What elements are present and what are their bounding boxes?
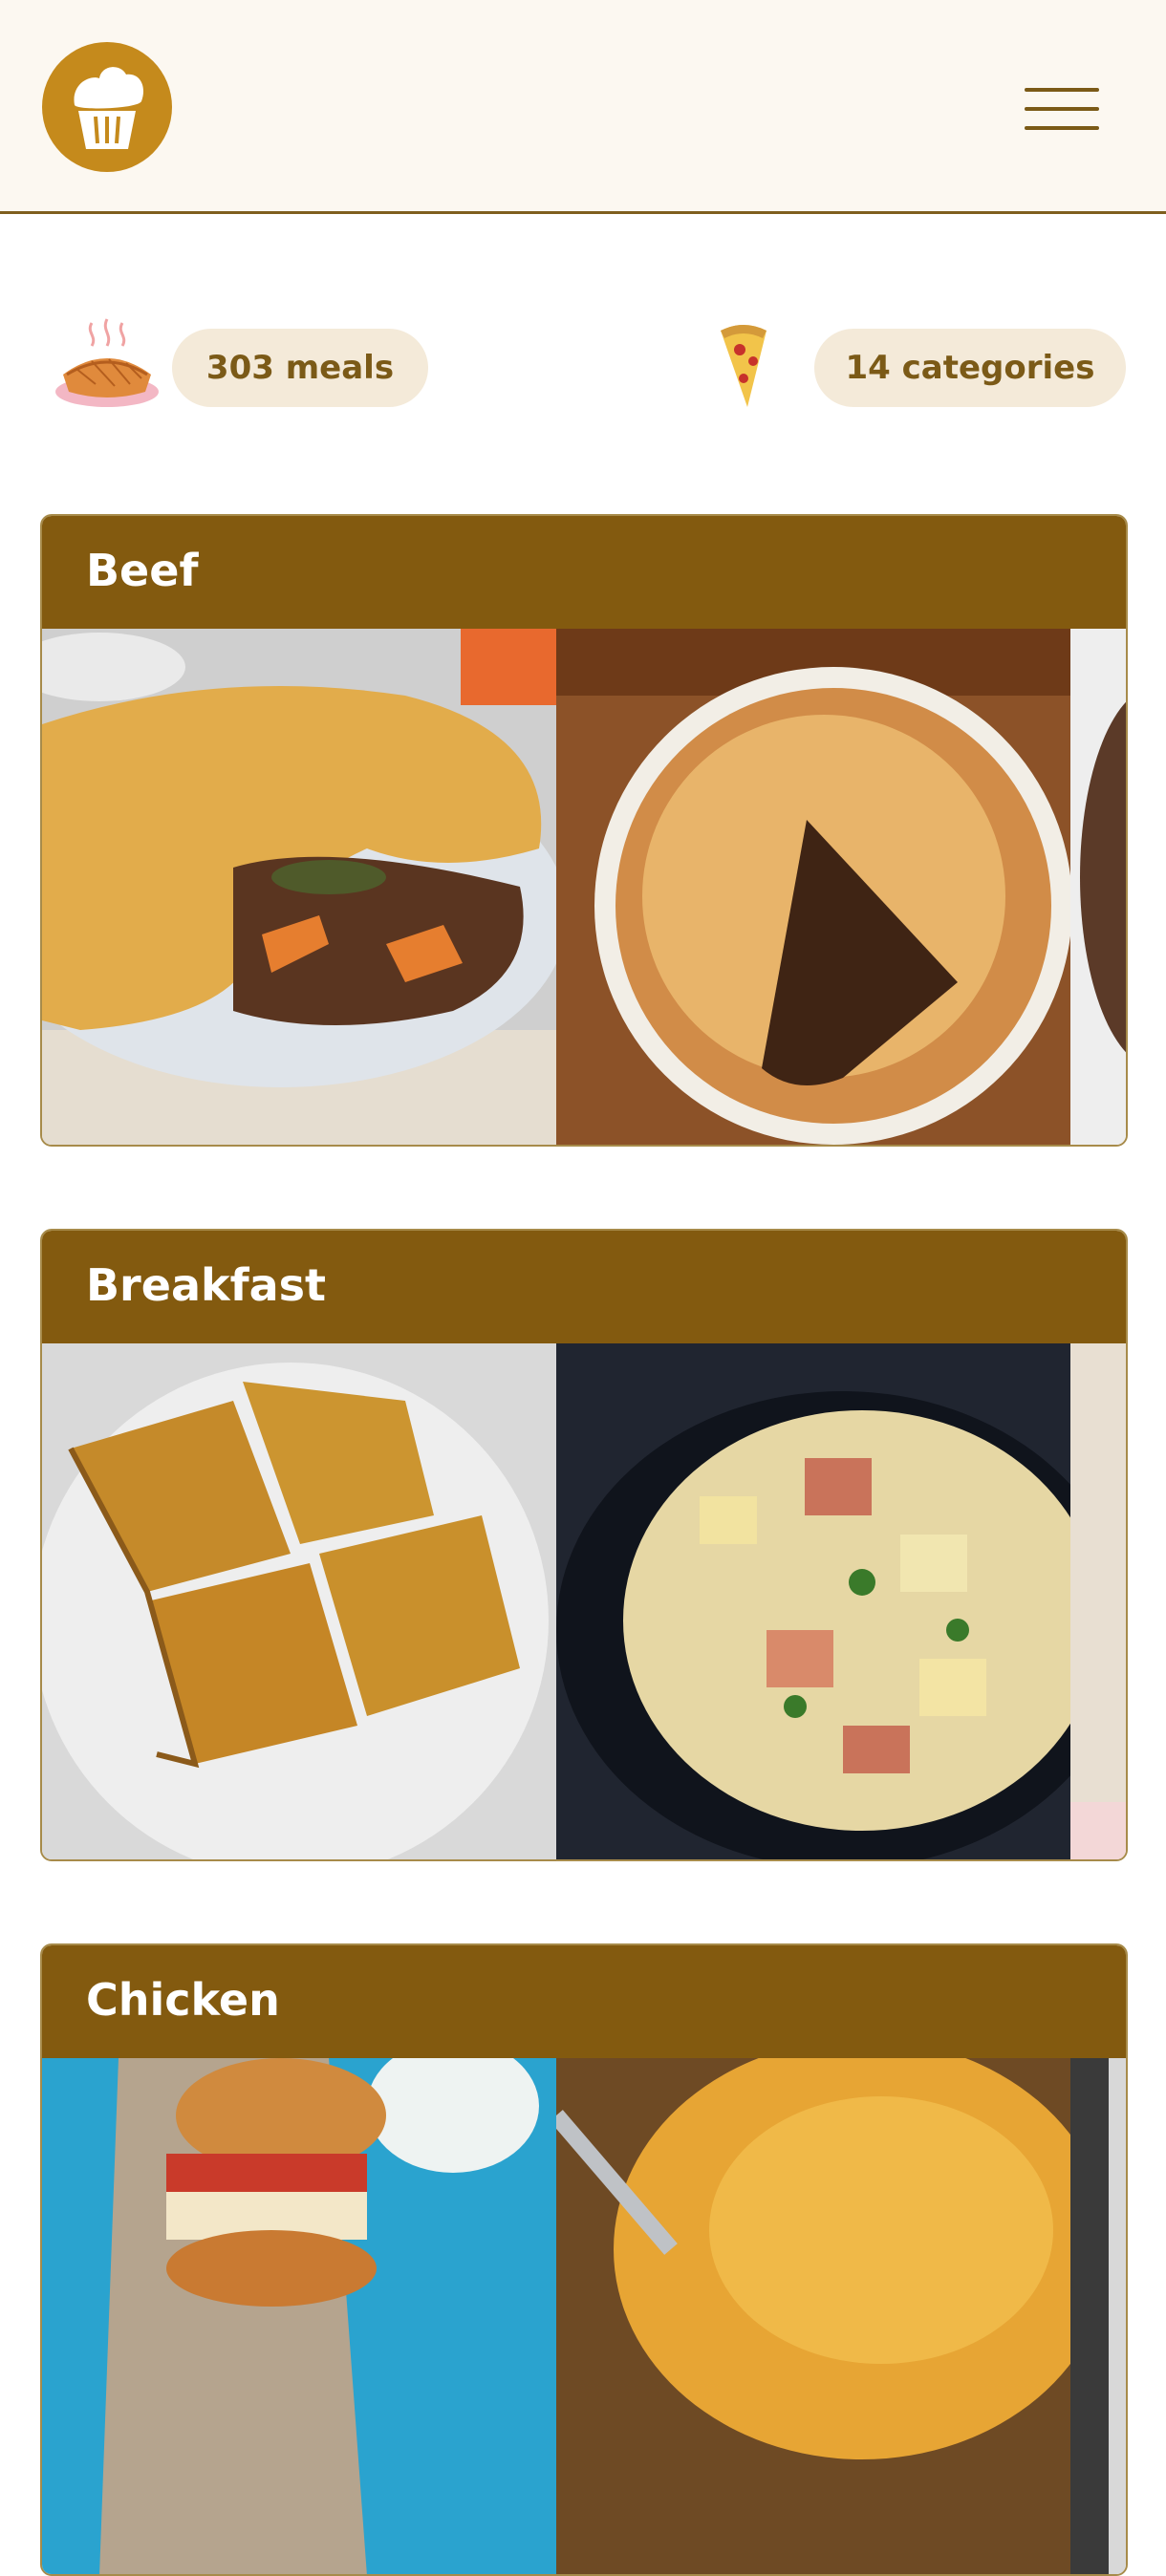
meal-photo[interactable] bbox=[556, 1343, 1070, 1859]
category-card-chicken[interactable]: Chicken bbox=[40, 1943, 1128, 2576]
meal-photo[interactable] bbox=[556, 629, 1070, 1145]
meal-photo[interactable] bbox=[556, 2058, 1070, 2574]
meals-count-badge: 303 meals bbox=[172, 329, 428, 407]
category-card-breakfast[interactable]: Breakfast bbox=[40, 1229, 1128, 1861]
meal-photo[interactable] bbox=[42, 1343, 556, 1859]
category-card-beef[interactable]: Beef bbox=[40, 514, 1128, 1147]
meal-photo[interactable] bbox=[1070, 2058, 1126, 2574]
meal-photo[interactable] bbox=[42, 629, 556, 1145]
hamburger-menu-icon[interactable] bbox=[1013, 82, 1101, 138]
site-header bbox=[0, 0, 1166, 214]
meal-photo[interactable] bbox=[42, 2058, 556, 2574]
meal-photo[interactable] bbox=[1070, 1343, 1126, 1859]
category-title: Chicken bbox=[86, 1974, 280, 2026]
category-header: Breakfast bbox=[42, 1231, 1126, 1343]
pizza-slice-icon bbox=[719, 321, 768, 411]
meal-photo-strip[interactable] bbox=[42, 629, 1126, 1145]
category-header: Chicken bbox=[42, 1945, 1126, 2058]
category-header: Beef bbox=[42, 516, 1126, 629]
cupcake-icon[interactable] bbox=[42, 42, 172, 172]
categories-count-badge: 14 categories bbox=[814, 329, 1126, 407]
meal-photo-strip[interactable] bbox=[42, 1343, 1126, 1859]
category-title: Breakfast bbox=[86, 1259, 327, 1311]
category-title: Beef bbox=[86, 545, 199, 596]
pie-icon bbox=[54, 315, 161, 415]
meal-photo-strip[interactable] bbox=[42, 2058, 1126, 2574]
meal-photo[interactable] bbox=[1070, 629, 1126, 1145]
